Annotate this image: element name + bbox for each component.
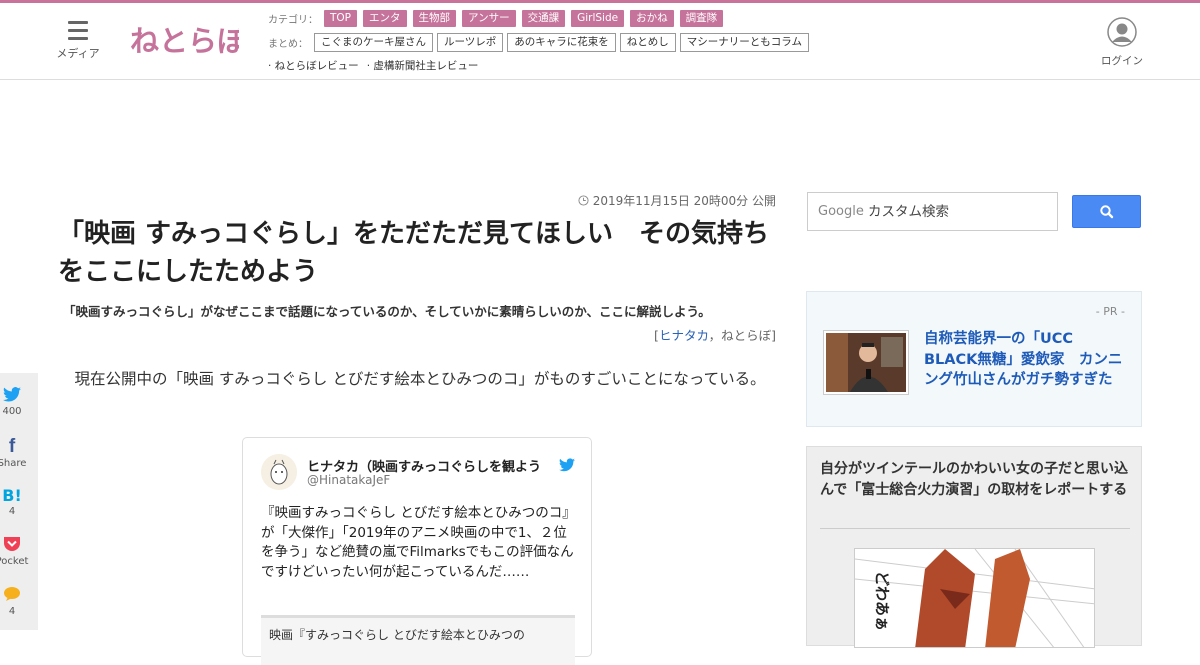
category-tag-okane[interactable]: おかね [630, 10, 674, 27]
pr-thumbnail[interactable] [823, 330, 909, 395]
tweet-text: 『映画すみっコぐらし とびだす絵本とひみつのコ』が「大傑作」「2019年のアニメ… [261, 505, 576, 580]
publish-date: 2019年11月15日 20時00分 公開 [560, 192, 776, 209]
tweet-card-title: 映画『すみっコぐらし とびだす絵本とひみつの [269, 628, 525, 642]
twitter-icon [3, 387, 21, 402]
svg-text:ねとらぼ: ねとらぼ [130, 24, 239, 58]
category-tag-enta[interactable]: エンタ [363, 10, 407, 27]
manga-illustration: どわあぁ [855, 549, 1094, 647]
user-icon [1107, 17, 1137, 47]
summary-tag-netomeshi[interactable]: ねとめし [619, 33, 676, 52]
article-title: 「映画 すみっコぐらし」をただただ見てほしい その気持ちをここにしたためよう [58, 219, 770, 287]
pr-title-link[interactable]: 自称芸能界一の「UCC BLACK無糖」愛飲家 カンニング竹山さんがガチ勢すぎた [924, 329, 1126, 391]
category-tag-answer[interactable]: アンサー [462, 10, 516, 27]
summary-label: まとめ： [268, 39, 308, 50]
facebook-share-label: Share [0, 458, 27, 469]
search-input[interactable] [868, 199, 1053, 225]
avatar-illustration [261, 454, 297, 490]
category-tag-seibutsubu[interactable]: 生物部 [412, 10, 457, 27]
facebook-icon: f [8, 436, 16, 457]
site-logo[interactable]: ねとらぼ ねとらぼ [127, 15, 240, 65]
featured-divider [820, 528, 1130, 529]
author-link[interactable]: ヒナタカ [659, 328, 709, 343]
twitter-share-count: 400 [2, 406, 22, 417]
tweet-link-card[interactable]: 映画『すみっコぐらし とびだす絵本とひみつの [261, 615, 575, 665]
site-header: メディア ねとらぼ ねとらぼ カテゴリ： TOP エンタ 生物部 アンサー 交通… [0, 3, 1200, 80]
hatena-count: 4 [8, 506, 16, 517]
facebook-share-button[interactable]: f Share [0, 436, 32, 469]
summary-row: まとめ： こぐまのケーキ屋さん ルーツレポ あのキャラに花束を ねとめし マシー… [268, 33, 813, 52]
byline-separator: ， [708, 328, 722, 343]
google-brand: Google [818, 204, 864, 219]
category-tag-chosatai[interactable]: 調査隊 [679, 10, 724, 27]
embedded-tweet[interactable]: ヒナタカ（映画すみっコぐらしを観よう @HinatakaJeF 『映画すみっコぐ… [242, 437, 592, 665]
review-link-kyoko[interactable]: · 虚構新聞社主レビュー [367, 58, 479, 73]
byline: [ヒナタカ，ねとらぼ] [560, 325, 776, 344]
media-menu-label: メディア [56, 47, 100, 60]
clock-icon [578, 195, 589, 206]
category-row: カテゴリ： TOP エンタ 生物部 アンサー 交通課 GirlSide おかね … [268, 10, 729, 27]
hatena-bookmark-button[interactable]: B! 4 [0, 486, 32, 517]
featured-article-box[interactable]: 自分がツインテールのかわいい女の子だと思い込んで「富士総合火力演習」の取材をレポ… [806, 446, 1142, 648]
comment-icon [4, 587, 20, 601]
twitter-bird-icon[interactable] [559, 458, 575, 472]
comment-count: 4 [8, 606, 16, 617]
pocket-button[interactable]: Pocket [0, 536, 32, 567]
pr-ad-box[interactable]: - PR - 自称芸能界一の「UCC BLACK無糖」愛飲家 カンニング竹山さん… [806, 291, 1142, 427]
category-label: カテゴリ： [268, 15, 318, 26]
custom-search-box: Google [807, 192, 1058, 231]
media-menu-button[interactable]: メディア [56, 21, 100, 61]
comment-button[interactable]: 4 [0, 586, 32, 617]
featured-article-image[interactable]: どわあぁ [854, 548, 1095, 648]
category-tag-girlside[interactable]: GirlSide [571, 10, 625, 27]
pr-thumbnail-photo [826, 333, 906, 392]
review-links: · ねとらぼレビュー · 虚構新聞社主レビュー [268, 58, 486, 73]
review-link-netorabo[interactable]: · ねとらぼレビュー [268, 58, 359, 73]
summary-tag-roots[interactable]: ルーツレポ [437, 33, 504, 52]
twitter-share-button[interactable]: 400 [0, 387, 32, 417]
summary-tag-hanataba[interactable]: あのキャラに花束を [507, 33, 616, 52]
login-label: ログイン [1101, 55, 1143, 67]
summary-tag-machinery[interactable]: マシーナリーともコラム [679, 33, 809, 52]
pr-label: - PR - [1095, 305, 1125, 318]
search-icon [1100, 205, 1114, 219]
article-body-paragraph: 現在公開中の「映画 すみっコぐらし とびだす絵本とひみつのコ」がものすごいことに… [74, 370, 766, 388]
tweet-author-handle[interactable]: @HinatakaJeF [307, 473, 390, 487]
search-button[interactable] [1072, 195, 1141, 228]
tweet-avatar[interactable] [261, 454, 297, 490]
category-tag-top[interactable]: TOP [324, 10, 358, 27]
login-button[interactable]: ログイン [1098, 17, 1146, 68]
publish-date-text: 2019年11月15日 20時00分 公開 [592, 194, 776, 208]
category-tag-kotsuka[interactable]: 交通課 [521, 10, 566, 27]
hatena-icon: B! [2, 486, 22, 505]
publisher-name: ねとらぼ [721, 328, 772, 343]
pocket-icon [4, 537, 20, 551]
byline-bracket-close: ] [771, 328, 776, 343]
summary-tag-koguma[interactable]: こぐまのケーキ屋さん [314, 33, 433, 52]
hamburger-icon [56, 21, 100, 40]
featured-article-title[interactable]: 自分がツインテールのかわいい女の子だと思い込んで「富士総合火力演習」の取材をレポ… [820, 459, 1130, 501]
svg-text:どわあぁ: どわあぁ [873, 571, 891, 631]
pocket-label: Pocket [0, 556, 29, 567]
share-sidebar: 400 f Share B! 4 Pocket 4 [0, 373, 38, 630]
article-subtitle: 「映画すみっコぐらし」がなぜここまで話題になっているのか、そしていかに素晴らしい… [63, 304, 711, 319]
